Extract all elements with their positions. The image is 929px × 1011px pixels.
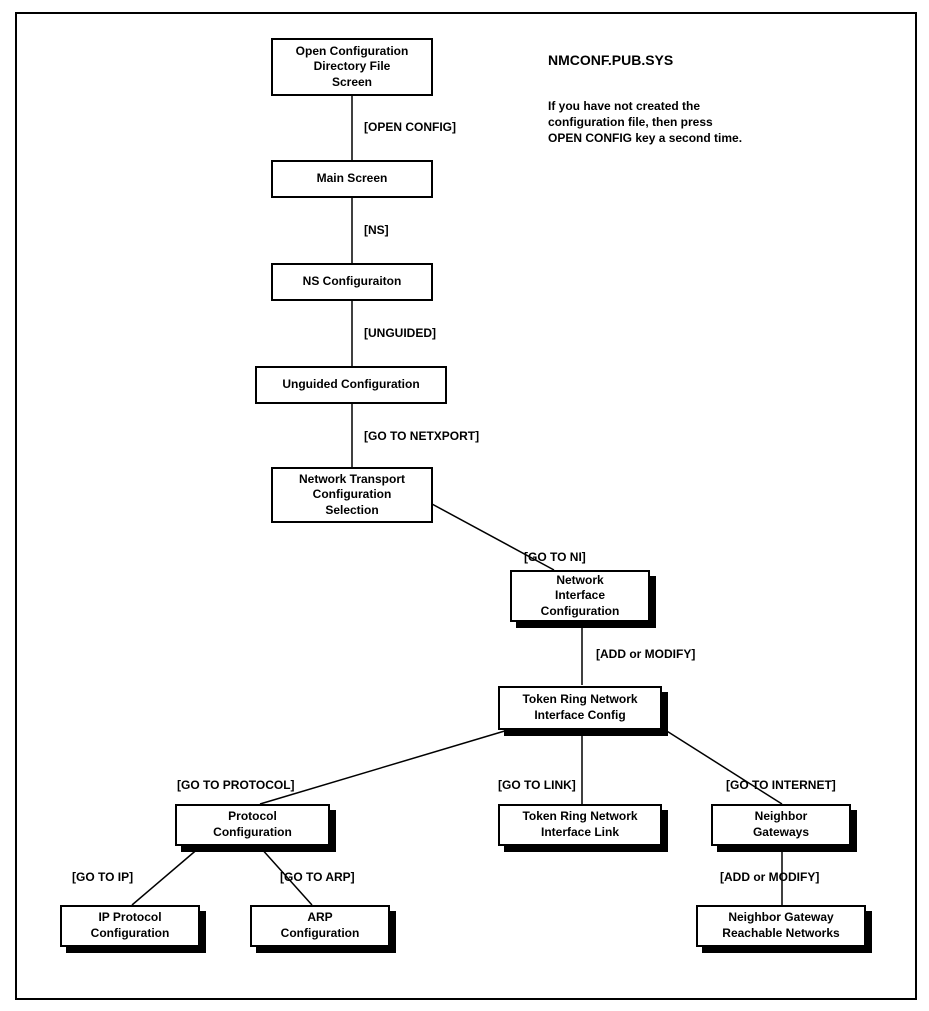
annotation-line-2: configuration file, then press bbox=[548, 115, 713, 129]
annotation-body: If you have not created the configuratio… bbox=[548, 98, 742, 147]
node-open-config-dir: Open ConfigurationDirectory FileScreen bbox=[271, 38, 433, 96]
diagram-page: NMCONF.PUB.SYS If you have not created t… bbox=[0, 0, 929, 1011]
edge-unguided: [UNGUIDED] bbox=[364, 326, 436, 340]
node-ip-protocol: IP ProtocolConfiguration bbox=[60, 905, 200, 947]
node-arp-config: ARPConfiguration bbox=[250, 905, 390, 947]
node-unguided: Unguided Configuration bbox=[255, 366, 447, 404]
edge-go-ip: [GO TO IP] bbox=[72, 870, 133, 884]
edge-add-modify-1: [ADD or MODIFY] bbox=[596, 647, 695, 661]
edge-go-ni: [GO TO NI] bbox=[524, 550, 586, 564]
node-ns-config: NS Configuraiton bbox=[271, 263, 433, 301]
edge-ns: [NS] bbox=[364, 223, 389, 237]
node-netxport: Network TransportConfigurationSelection bbox=[271, 467, 433, 523]
edge-go-protocol: [GO TO PROTOCOL] bbox=[177, 778, 295, 792]
edge-go-link: [GO TO LINK] bbox=[498, 778, 576, 792]
edge-open-config: [OPEN CONFIG] bbox=[364, 120, 456, 134]
node-tr-iface-config: Token Ring NetworkInterface Config bbox=[498, 686, 662, 730]
node-tr-iface-link: Token Ring NetworkInterface Link bbox=[498, 804, 662, 846]
edge-go-netxport: [GO TO NETXPORT] bbox=[364, 429, 479, 443]
edge-add-modify-2: [ADD or MODIFY] bbox=[720, 870, 819, 884]
annotation-line-1: If you have not created the bbox=[548, 99, 700, 113]
node-protocol-config: ProtocolConfiguration bbox=[175, 804, 330, 846]
annotation-title: NMCONF.PUB.SYS bbox=[548, 52, 673, 68]
node-main-screen: Main Screen bbox=[271, 160, 433, 198]
edge-go-internet: [GO TO INTERNET] bbox=[726, 778, 836, 792]
annotation-line-3: OPEN CONFIG key a second time. bbox=[548, 131, 742, 145]
node-neighbor-gw-reach: Neighbor GatewayReachable Networks bbox=[696, 905, 866, 947]
edge-go-arp: [GO TO ARP] bbox=[280, 870, 355, 884]
node-ni-config: NetworkInterfaceConfiguration bbox=[510, 570, 650, 622]
node-neighbor-gw: NeighborGateways bbox=[711, 804, 851, 846]
